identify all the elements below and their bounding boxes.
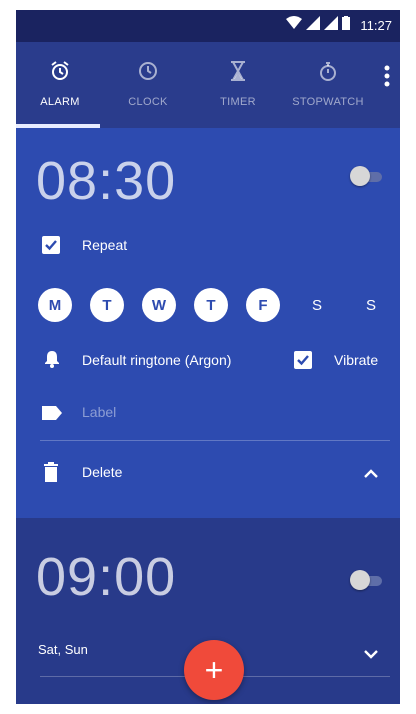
day-saturday[interactable]: S <box>300 288 334 322</box>
bell-icon <box>44 350 60 373</box>
alarm-toggle[interactable] <box>350 570 384 590</box>
tab-clock[interactable]: CLOCK <box>108 60 188 108</box>
alarm-card-expanded: 08:30 Repeat M T W T F S S Default ringt… <box>16 128 400 518</box>
status-time: 11:27 <box>360 18 392 33</box>
divider <box>40 440 390 441</box>
day-tuesday[interactable]: T <box>90 288 124 322</box>
app-screen: 11:27 ALARM CLOCK TIMER STOPWATCH 08:30 … <box>16 10 400 704</box>
alarm-toggle[interactable] <box>350 166 384 186</box>
add-alarm-button[interactable]: + <box>184 640 244 700</box>
day-friday[interactable]: F <box>246 288 280 322</box>
repeat-days: M T W T F S S <box>38 288 388 328</box>
overflow-menu-icon[interactable] <box>382 62 392 92</box>
tab-timer[interactable]: TIMER <box>198 60 278 108</box>
ringtone-selector[interactable]: Default ringtone (Argon) <box>82 352 231 368</box>
day-sunday[interactable]: S <box>354 288 388 322</box>
cell-signal-icon <box>306 16 321 35</box>
delete-button[interactable]: Delete <box>82 464 122 480</box>
label-input[interactable]: Label <box>82 404 116 420</box>
hourglass-icon <box>198 60 278 86</box>
trash-icon <box>44 462 58 487</box>
tab-alarm[interactable]: ALARM <box>20 60 100 108</box>
alarm-time[interactable]: 08:30 <box>36 150 176 212</box>
tab-stopwatch[interactable]: STOPWATCH <box>286 60 370 108</box>
repeat-checkbox[interactable] <box>42 236 60 254</box>
alarm-days-summary: Sat, Sun <box>38 642 88 657</box>
chevron-down-icon[interactable] <box>364 646 378 664</box>
tab-bar: ALARM CLOCK TIMER STOPWATCH <box>16 42 400 128</box>
stopwatch-icon <box>286 60 370 86</box>
battery-icon <box>342 16 351 35</box>
day-thursday[interactable]: T <box>194 288 228 322</box>
label-tag-icon <box>42 406 62 425</box>
cell-signal-icon <box>324 16 339 35</box>
tab-label: STOPWATCH <box>292 96 364 108</box>
alarm-clock-icon <box>20 60 100 86</box>
vibrate-checkbox[interactable] <box>294 351 312 369</box>
day-monday[interactable]: M <box>38 288 72 322</box>
toggle-thumb <box>350 166 370 186</box>
toggle-thumb <box>350 570 370 590</box>
status-bar: 11:27 <box>16 10 400 42</box>
repeat-label: Repeat <box>82 237 128 253</box>
chevron-up-icon[interactable] <box>364 466 378 484</box>
day-wednesday[interactable]: W <box>142 288 176 322</box>
vibrate-label: Vibrate <box>334 352 379 368</box>
alarm-time[interactable]: 09:00 <box>36 546 176 608</box>
wifi-icon <box>286 16 303 35</box>
tab-label: CLOCK <box>128 96 168 108</box>
tab-label: ALARM <box>40 96 80 108</box>
clock-icon <box>108 60 188 86</box>
tab-label: TIMER <box>220 96 256 108</box>
